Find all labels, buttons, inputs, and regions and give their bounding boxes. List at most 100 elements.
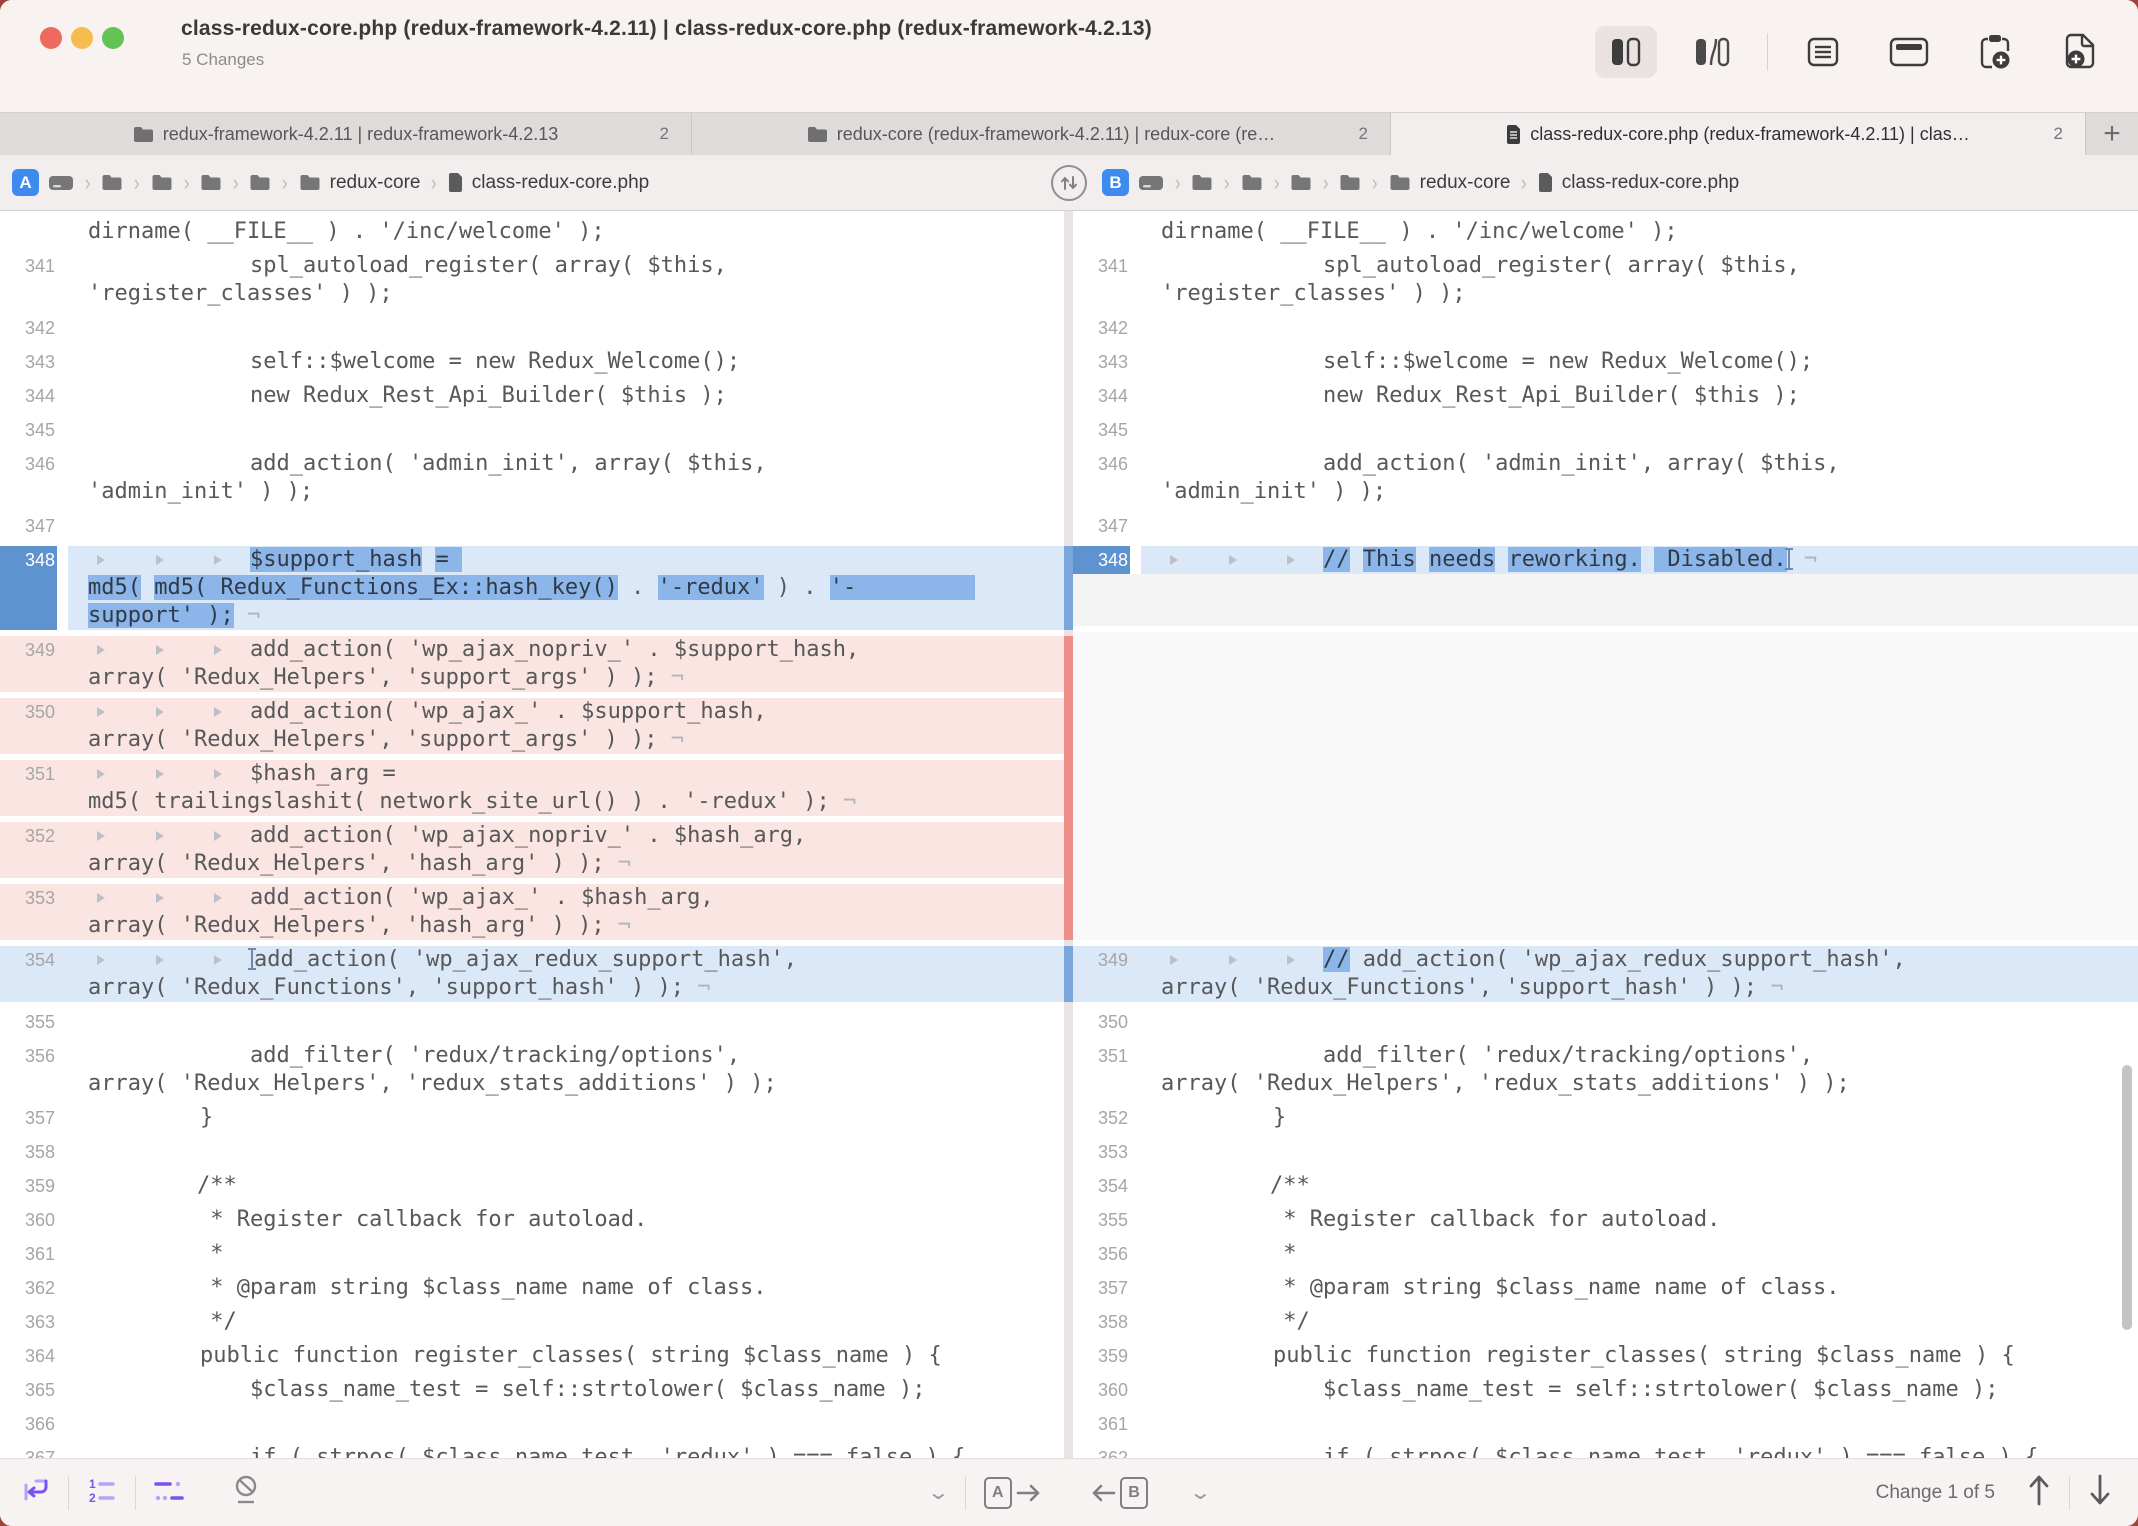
line-numbers-icon[interactable]: 1 2 (87, 1476, 117, 1509)
code-text: public function register_classes( string… (200, 1342, 942, 1370)
exclude-icon[interactable] (232, 1474, 260, 1511)
folder-icon[interactable] (1389, 174, 1411, 191)
code-text: spl_autoload_register( array( $this, (250, 252, 727, 280)
previous-change-icon[interactable] (2027, 1473, 2051, 1512)
tab-folder-comparison[interactable]: redux-framework-4.2.11 | redux-framework… (0, 113, 692, 155)
line-number: 362 (1073, 1444, 1128, 1458)
new-tab-label: + (2103, 117, 2121, 151)
code-row: 343self::$welcome = new Redux_Welcome(); (0, 348, 1064, 376)
tab-indent-marker-icon (156, 555, 164, 565)
pane-divider[interactable] (1064, 211, 1073, 1458)
code-segment: add_action( 'wp_ajax_' . $hash_arg, (250, 885, 714, 910)
line-number: 351 (1073, 1042, 1128, 1070)
code-text: array( 'Redux_Functions', 'support_hash'… (88, 974, 711, 1002)
minimize-window-button[interactable] (71, 27, 93, 49)
copy-changes-icon[interactable] (1964, 26, 2026, 78)
wrap-lines-icon[interactable] (22, 1476, 50, 1509)
window-title: class-redux-core.php (redux-framework-4.… (181, 17, 1152, 41)
code-text: add_action( 'wp_ajax_nopriv_' . $hash_ar… (250, 822, 806, 850)
code-segment: self::$welcome = new Redux_Welcome(); (1323, 349, 1813, 374)
swap-sides-icon[interactable] (1051, 165, 1087, 201)
tab-subfolder-comparison[interactable]: redux-core (redux-framework-4.2.11) | re… (692, 113, 1391, 155)
vertical-scrollbar[interactable] (2122, 1065, 2132, 1330)
path-bar: A › › › › › redux-core › class-redux-cor… (0, 155, 2138, 211)
code-segment: . (618, 575, 658, 600)
code-segment: public function register_classes( string… (1273, 1343, 2015, 1368)
folder-icon[interactable] (151, 174, 173, 191)
line-number: 341 (0, 252, 55, 280)
breadcrumb-folder-label[interactable]: redux-core (330, 172, 421, 194)
code-row: array( 'Redux_Helpers', 'hash_arg' ) ); … (0, 850, 1064, 878)
new-file-comparison-icon[interactable] (2050, 26, 2112, 78)
code-segment: add_action( 'wp_ajax_nopriv_' . $support… (250, 637, 859, 662)
line-number: 349 (0, 636, 55, 664)
code-segment: add_action( 'wp_ajax_nopriv_' . $hash_ar… (250, 823, 806, 848)
code-text: * (197, 1240, 224, 1268)
fluid-view-icon[interactable] (1681, 26, 1743, 78)
folder-icon[interactable] (1191, 174, 1213, 191)
code-text: /** (197, 1172, 237, 1200)
code-segment: self::$welcome = new Redux_Welcome(); (250, 349, 740, 374)
drive-icon[interactable] (48, 174, 74, 192)
code-segment: new Redux_Rest_Api_Builder( $this ); (1323, 383, 1800, 408)
breadcrumb-file-label[interactable]: class-redux-core.php (1562, 172, 1739, 194)
text-view-icon[interactable] (1878, 26, 1940, 78)
chevron-down-icon[interactable]: ⌄ (1189, 1480, 1212, 1505)
code-segment: * @param string $class_name name of clas… (197, 1275, 767, 1300)
code-segment: array( 'Redux_Helpers', 'redux_stats_add… (1161, 1071, 1850, 1096)
newline-mark: ¬ (1791, 547, 1818, 572)
folder-icon[interactable] (1241, 174, 1263, 191)
code-row: 344new Redux_Rest_Api_Builder( $this ); (1073, 382, 2138, 410)
line-number: 342 (1073, 314, 1128, 342)
invisibles-icon[interactable] (154, 1476, 186, 1509)
next-change-icon[interactable] (2088, 1473, 2112, 1512)
copy-a-to-b-icon[interactable]: A (984, 1477, 1042, 1509)
tab-indent-marker-icon (1287, 555, 1295, 565)
code-pane-b[interactable]: dirname( __FILE__ ) . '/inc/welcome' );3… (1073, 211, 2138, 1458)
close-window-button[interactable] (40, 27, 62, 49)
line-number: 350 (1073, 1008, 1128, 1036)
line-number: 363 (0, 1308, 55, 1336)
folder-icon[interactable] (200, 174, 222, 191)
zoom-window-button[interactable] (102, 27, 124, 49)
code-segment: $class_name_test = self::strtolower( $cl… (250, 1377, 926, 1402)
tab-indent-marker-icon (214, 893, 222, 903)
chevron-down-icon[interactable]: ⌄ (927, 1480, 950, 1505)
code-text: array( 'Redux_Helpers', 'redux_stats_add… (88, 1070, 777, 1098)
folder-icon[interactable] (101, 174, 123, 191)
word-diff-highlight: support' ); (88, 603, 234, 628)
word-diff-highlight: md5( Redux_Functions_Ex::hash_key() (154, 575, 618, 600)
folder-icon[interactable] (1290, 174, 1312, 191)
code-row: 349 add_action( 'wp_ajax_nopriv_' . $supp… (0, 636, 1064, 664)
breadcrumb-folder-label[interactable]: redux-core (1420, 172, 1511, 194)
code-segment: add_filter( 'redux/tracking/options', (1323, 1043, 1813, 1068)
copy-b-to-a-icon[interactable]: B (1090, 1477, 1148, 1509)
line-number: 354 (1073, 1172, 1128, 1200)
code-row: 'admin_init' ) ); (1073, 478, 2138, 506)
line-number: 350 (0, 698, 55, 726)
unified-view-icon[interactable] (1792, 26, 1854, 78)
drive-icon[interactable] (1138, 174, 1164, 192)
new-tab-button[interactable]: + (2086, 113, 2138, 155)
newline-mark: ¬ (605, 913, 632, 938)
newline-mark: ¬ (234, 603, 261, 628)
folder-icon[interactable] (249, 174, 271, 191)
line-number: 364 (0, 1342, 55, 1370)
two-pane-view-icon[interactable] (1595, 26, 1657, 78)
folder-icon[interactable] (299, 174, 321, 191)
code-text: // add_action( 'wp_ajax_redux_support_ha… (1323, 946, 1906, 974)
code-segment: 'admin_init' ) ); (88, 479, 313, 504)
folder-icon[interactable] (1339, 174, 1361, 191)
code-row: dirname( __FILE__ ) . '/inc/welcome' ); (0, 218, 1064, 246)
tab-file-comparison-active[interactable]: class-redux-core.php (redux-framework-4.… (1391, 113, 2086, 155)
line-number: 351 (0, 760, 55, 788)
code-segment: spl_autoload_register( array( $this, (1323, 253, 1800, 278)
folder-icon (807, 126, 828, 143)
breadcrumb-file-label[interactable]: class-redux-core.php (472, 172, 649, 194)
statusbar-divider (135, 1476, 136, 1510)
line-number: 341 (1073, 252, 1128, 280)
code-row: 341 spl_autoload_register( array( $this, (0, 252, 1064, 280)
tab-label: redux-framework-4.2.11 | redux-framework… (163, 124, 559, 145)
code-pane-a[interactable]: dirname( __FILE__ ) . '/inc/welcome' ); 3… (0, 211, 1064, 1458)
code-segment: add_action( 'wp_ajax_redux_support_hash'… (254, 947, 797, 972)
